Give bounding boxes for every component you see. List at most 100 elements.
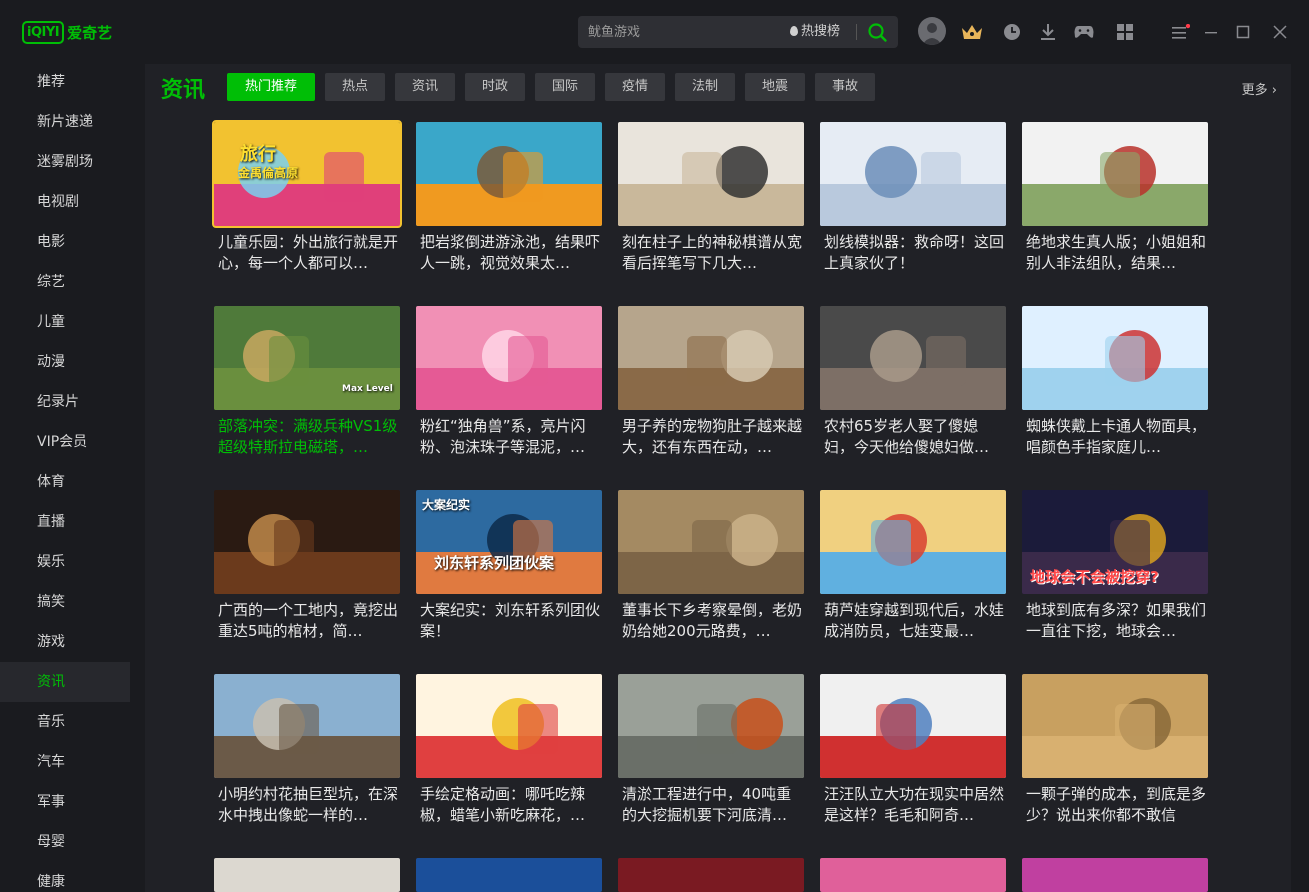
video-card[interactable]: 刻在柱子上的神秘棋谱从宽看后挥笔写下几大…	[618, 122, 804, 226]
video-title[interactable]: 董事长下乡考察晕倒，老奶奶给她200元路费，…	[622, 600, 804, 642]
sidebar-item-10[interactable]: 体育	[0, 462, 130, 502]
sidebar-item-9[interactable]: VIP会员	[0, 422, 130, 462]
video-card[interactable]: 葫芦娃穿越到现代后，水娃成消防员，七娃变最…	[820, 490, 1006, 594]
video-title[interactable]: 粉红“独角兽”系，亮片闪粉、泡沫珠子等混泥，…	[420, 416, 602, 458]
video-thumbnail[interactable]	[820, 674, 1006, 778]
video-card-partial[interactable]	[820, 858, 1006, 892]
video-thumbnail[interactable]	[820, 858, 1006, 892]
video-thumbnail[interactable]	[618, 122, 804, 226]
tab-8[interactable]: 事故	[815, 73, 875, 101]
video-card[interactable]: 绝地求生真人版；小姐姐和别人非法组队，结果…	[1022, 122, 1208, 226]
search-input[interactable]	[588, 16, 788, 48]
video-title[interactable]: 小明约村花抽巨型坑，在深水中拽出像蛇一样的…	[218, 784, 400, 826]
video-title[interactable]: 划线模拟器：救命呀！这回上真家伙了！	[824, 232, 1006, 274]
close-icon[interactable]	[1266, 18, 1294, 46]
video-title[interactable]: 广西的一个工地内，竟挖出重达5吨的棺材，简…	[218, 600, 400, 642]
video-thumbnail[interactable]	[1022, 674, 1208, 778]
sidebar-item-13[interactable]: 搞笑	[0, 582, 130, 622]
video-card[interactable]: 清淤工程进行中，40吨重的大挖掘机要下河底清…	[618, 674, 804, 778]
video-card[interactable]: 一颗子弹的成本，到底是多少？说出来你都不敢信	[1022, 674, 1208, 778]
video-card[interactable]: 农村65岁老人娶了傻媳妇，今天他给傻媳妇做…	[820, 306, 1006, 410]
video-thumbnail[interactable]	[618, 490, 804, 594]
video-card[interactable]: 旅行金禹倫高原儿童乐园：外出旅行就是开心，每一个人都可以…	[214, 122, 400, 226]
sidebar-item-16[interactable]: 音乐	[0, 702, 130, 742]
video-card-partial[interactable]	[214, 858, 400, 892]
video-thumbnail[interactable]	[618, 858, 804, 892]
video-card[interactable]: 粉红“独角兽”系，亮片闪粉、泡沫珠子等混泥，…	[416, 306, 602, 410]
video-title[interactable]: 一颗子弹的成本，到底是多少？说出来你都不敢信	[1026, 784, 1208, 826]
video-title[interactable]: 绝地求生真人版；小姐姐和别人非法组队，结果…	[1026, 232, 1208, 274]
video-title[interactable]: 男子养的宠物狗肚子越来越大，还有东西在动，…	[622, 416, 804, 458]
video-card[interactable]: 手绘定格动画：哪吒吃辣椒，蜡笔小新吃麻花，…	[416, 674, 602, 778]
video-thumbnail[interactable]	[416, 674, 602, 778]
crown-icon[interactable]	[958, 18, 986, 46]
video-title[interactable]: 儿童乐园：外出旅行就是开心，每一个人都可以…	[218, 232, 400, 274]
video-card[interactable]: 地球会不会被挖穿?地球到底有多深？如果我们一直往下挖，地球会…	[1022, 490, 1208, 594]
video-card[interactable]: 广西的一个工地内，竟挖出重达5吨的棺材，简…	[214, 490, 400, 594]
sidebar-item-17[interactable]: 汽车	[0, 742, 130, 782]
video-title[interactable]: 清淤工程进行中，40吨重的大挖掘机要下河底清…	[622, 784, 804, 826]
menu-icon[interactable]	[1166, 18, 1194, 46]
tab-0[interactable]: 热门推荐	[227, 73, 315, 101]
video-title[interactable]: 刻在柱子上的神秘棋谱从宽看后挥笔写下几大…	[622, 232, 804, 274]
video-card[interactable]: 小明约村花抽巨型坑，在深水中拽出像蛇一样的…	[214, 674, 400, 778]
video-thumbnail[interactable]	[416, 306, 602, 410]
video-title[interactable]: 把岩浆倒进游泳池，结果吓人一跳，视觉效果太…	[420, 232, 602, 274]
sidebar-item-5[interactable]: 综艺	[0, 262, 130, 302]
sidebar-item-18[interactable]: 军事	[0, 782, 130, 822]
minimize-icon[interactable]	[1197, 18, 1225, 46]
video-card-partial[interactable]	[618, 858, 804, 892]
video-thumbnail[interactable]: 旅行金禹倫高原	[214, 122, 400, 226]
video-thumbnail[interactable]	[416, 122, 602, 226]
video-title[interactable]: 地球到底有多深？如果我们一直往下挖，地球会…	[1026, 600, 1208, 642]
sidebar-item-20[interactable]: 健康	[0, 862, 130, 892]
video-title[interactable]: 农村65岁老人娶了傻媳妇，今天他给傻媳妇做…	[824, 416, 1006, 458]
video-thumbnail[interactable]	[416, 858, 602, 892]
app-logo[interactable]: iQIYI 爱奇艺	[22, 19, 112, 45]
video-card[interactable]: 把岩浆倒进游泳池，结果吓人一跳，视觉效果太…	[416, 122, 602, 226]
sidebar-item-11[interactable]: 直播	[0, 502, 130, 542]
video-thumbnail[interactable]	[820, 122, 1006, 226]
sidebar-item-0[interactable]: 推荐	[0, 62, 130, 102]
video-thumbnail[interactable]: 刘东轩系列团伙案大案纪实	[416, 490, 602, 594]
avatar[interactable]	[918, 17, 946, 45]
video-thumbnail[interactable]	[618, 306, 804, 410]
hot-rank-link[interactable]: 热搜榜	[790, 16, 840, 48]
video-card-partial[interactable]	[1022, 858, 1208, 892]
tab-3[interactable]: 时政	[465, 73, 525, 101]
search-icon[interactable]	[866, 21, 888, 43]
gamepad-icon[interactable]	[1070, 18, 1098, 46]
tab-2[interactable]: 资讯	[395, 73, 455, 101]
video-thumbnail[interactable]	[820, 490, 1006, 594]
tab-4[interactable]: 国际	[535, 73, 595, 101]
video-thumbnail[interactable]	[1022, 122, 1208, 226]
video-thumbnail[interactable]	[1022, 306, 1208, 410]
video-title[interactable]: 手绘定格动画：哪吒吃辣椒，蜡笔小新吃麻花，…	[420, 784, 602, 826]
video-title[interactable]: 葫芦娃穿越到现代后，水娃成消防员，七娃变最…	[824, 600, 1006, 642]
video-card[interactable]: 董事长下乡考察晕倒，老奶奶给她200元路费，…	[618, 490, 804, 594]
video-thumbnail[interactable]	[214, 674, 400, 778]
video-card[interactable]: 蜘蛛侠戴上卡通人物面具，唱颜色手指家庭儿…	[1022, 306, 1208, 410]
tab-6[interactable]: 法制	[675, 73, 735, 101]
sidebar-item-1[interactable]: 新片速递	[0, 102, 130, 142]
sidebar-item-14[interactable]: 游戏	[0, 622, 130, 662]
sidebar-item-19[interactable]: 母婴	[0, 822, 130, 862]
video-title[interactable]: 汪汪队立大功在现实中居然是这样？毛毛和阿奇…	[824, 784, 1006, 826]
video-thumbnail[interactable]	[1022, 858, 1208, 892]
video-card[interactable]: 汪汪队立大功在现实中居然是这样？毛毛和阿奇…	[820, 674, 1006, 778]
clock-icon[interactable]	[998, 18, 1026, 46]
video-card[interactable]: 男子养的宠物狗肚子越来越大，还有东西在动，…	[618, 306, 804, 410]
sidebar-item-4[interactable]: 电影	[0, 222, 130, 262]
video-card[interactable]: Max Level部落冲突：满级兵种VS1级超级特斯拉电磁塔，…	[214, 306, 400, 410]
video-card[interactable]: 刘东轩系列团伙案大案纪实大案纪实：刘东轩系列团伙案！	[416, 490, 602, 594]
grid-icon[interactable]	[1111, 18, 1139, 46]
tab-7[interactable]: 地震	[745, 73, 805, 101]
download-icon[interactable]	[1034, 18, 1062, 46]
sidebar-item-15[interactable]: 资讯	[0, 662, 130, 702]
video-thumbnail[interactable]: 地球会不会被挖穿?	[1022, 490, 1208, 594]
video-card[interactable]: 划线模拟器：救命呀！这回上真家伙了！	[820, 122, 1006, 226]
tab-5[interactable]: 疫情	[605, 73, 665, 101]
sidebar-item-8[interactable]: 纪录片	[0, 382, 130, 422]
more-link[interactable]: 更多 ›	[1242, 79, 1277, 98]
video-thumbnail[interactable]	[618, 674, 804, 778]
